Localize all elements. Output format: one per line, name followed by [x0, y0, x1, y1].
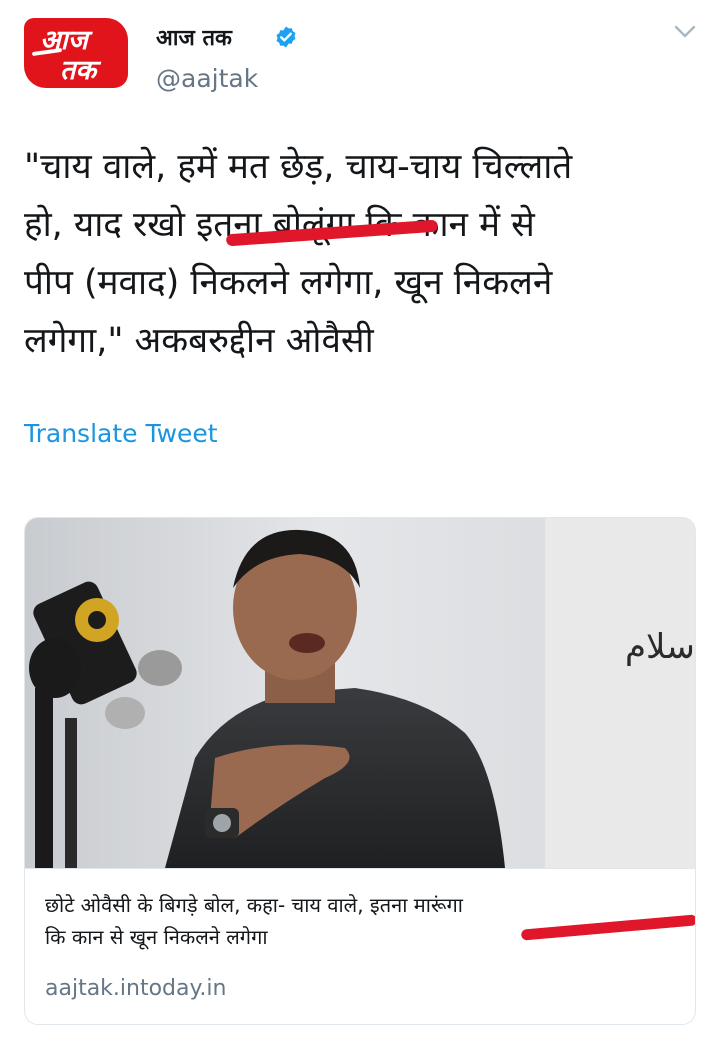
tweet-text-line: "चाय वाले, हमें मत छेड़, चाय-चाय चिल्लात…	[24, 147, 573, 187]
verified-icon	[276, 26, 296, 48]
card-body: छोटे ओवैसी के बिगड़े बोल, कहा- चाय वाले,…	[25, 868, 695, 1024]
chevron-down-icon[interactable]	[674, 24, 696, 40]
logo-text-bottom: तक	[60, 55, 97, 86]
card-domain: aajtak.intoday.in	[45, 976, 227, 1001]
card-image: سلام	[25, 518, 695, 868]
translate-tweet-link[interactable]: Translate Tweet	[24, 419, 218, 448]
tweet-text-line: लगेगा," अकबरुद्दीन ओवैसी	[24, 321, 374, 361]
handle[interactable]: @aajtak	[156, 64, 258, 93]
card-title[interactable]: छोटे ओवैसी के बिगड़े बोल, कहा- चाय वाले,…	[45, 889, 685, 953]
tweet-text-line: पीप (मवाद) निकलने लगेगा, खून निकलने	[24, 263, 553, 303]
wall-inscription: سلام	[625, 627, 695, 667]
avatar[interactable]: आज तक	[24, 18, 128, 88]
display-name[interactable]: आज तक	[156, 22, 232, 52]
link-card[interactable]: سلام छोटे ओवैसी के बिगड़े बोल, कहा- चाय …	[24, 517, 696, 1025]
tweet-text: "चाय वाले, हमें मत छेड़, चाय-चाय चिल्लात…	[24, 138, 694, 370]
tweet: आज तक आज तक @aajtak "चाय वाले, हमें मत छ…	[0, 0, 713, 1041]
card-title-line: छोटे ओवैसी के बिगड़े बोल, कहा- चाय वाले,…	[45, 893, 463, 917]
